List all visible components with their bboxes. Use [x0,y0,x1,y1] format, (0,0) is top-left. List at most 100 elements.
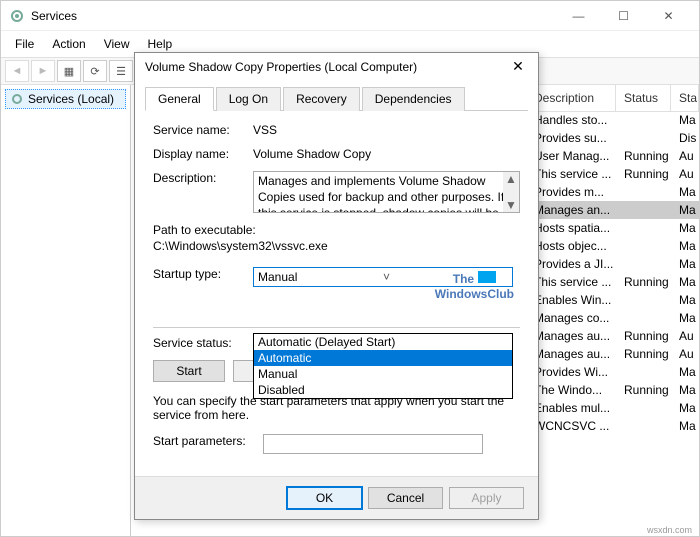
start-button[interactable]: Start [153,360,225,382]
toolbar-btn[interactable]: ▦ [57,60,81,82]
service-row[interactable]: Provides Wi...Ma [526,363,699,381]
back-icon: ◄ [5,60,29,82]
label-path: Path to executable: [153,223,520,237]
tab-dependencies[interactable]: Dependencies [362,87,465,111]
menu-view[interactable]: View [96,33,138,55]
service-row[interactable]: Manages an...Ma [526,201,699,219]
menu-action[interactable]: Action [44,33,93,55]
label-service-status: Service status: [153,336,253,350]
scroll-down-icon[interactable]: ▼ [505,198,517,212]
service-row[interactable]: This service ...RunningAu [526,165,699,183]
service-row[interactable]: Provides m... Ma [526,183,699,201]
col-startup[interactable]: Sta [671,85,699,111]
value-display-name: Volume Shadow Copy [253,147,520,161]
col-status[interactable]: Status [616,85,671,111]
cell-startup: Dis [671,131,699,145]
menu-file[interactable]: File [7,33,42,55]
cell-startup: Au [671,149,699,163]
cell-startup: Ma [671,419,699,433]
maximize-button[interactable]: ☐ [601,2,646,30]
service-row[interactable]: Manages au...RunningAu [526,327,699,345]
gear-icon [10,92,24,106]
close-button[interactable]: ✕ [646,2,691,30]
minimize-button[interactable]: — [556,2,601,30]
cell-status: Running [616,383,671,397]
cell-description: Manages an... [526,203,616,217]
tree-root-label: Services (Local) [28,92,114,106]
cell-description: Manages co... [526,311,616,325]
cell-description: WCNCSVC ... [526,419,616,433]
apply-button: Apply [449,487,524,509]
service-row[interactable]: Manages au...RunningAu [526,345,699,363]
value-path: C:\Windows\system32\vssvc.exe [153,239,520,253]
startup-type-dropdown[interactable]: Automatic (Delayed Start) Automatic Manu… [253,333,513,399]
value-service-name: VSS [253,123,520,137]
cell-startup: Ma [671,257,699,271]
cell-description: Hosts objec... [526,239,616,253]
service-row[interactable]: Enables mul...Ma [526,399,699,417]
cell-startup: Ma [671,365,699,379]
service-row[interactable]: Hosts objec... Ma [526,237,699,255]
cell-description: Handles sto... [526,113,616,127]
cell-status: Running [616,275,671,289]
footer-text: wsxdn.com [647,525,692,535]
label-startup-type: Startup type: [153,267,253,281]
cell-status: Running [616,347,671,361]
description-box[interactable]: Manages and implements Volume Shadow Cop… [253,171,520,213]
option-delayed[interactable]: Automatic (Delayed Start) [254,334,512,350]
dialog-close-icon[interactable]: ✕ [508,58,528,75]
cell-description: Provides a JI... [526,257,616,271]
cell-description: Provides m... [526,185,616,199]
service-row[interactable]: Hosts spatia...Ma [526,219,699,237]
tab-strip: General Log On Recovery Dependencies [145,86,528,111]
cell-description: This service ... [526,275,616,289]
cell-description: This service ... [526,167,616,181]
tab-logon[interactable]: Log On [216,87,281,111]
service-row[interactable]: Provides a JI... Ma [526,255,699,273]
cell-description: Enables Win... [526,293,616,307]
ok-button[interactable]: OK [287,487,362,509]
service-row[interactable]: The Windo...RunningMa [526,381,699,399]
cell-startup: Ma [671,401,699,415]
service-row[interactable]: This service ...RunningMa [526,273,699,291]
cell-status: Running [616,167,671,181]
service-row[interactable]: WCNCSVC ... Ma [526,417,699,435]
dialog-titlebar[interactable]: Volume Shadow Copy Properties (Local Com… [135,53,538,80]
toolbar-btn[interactable]: ☰ [109,60,133,82]
cell-startup: Au [671,167,699,181]
option-manual[interactable]: Manual [254,366,512,382]
service-row[interactable]: Manages co...Ma [526,309,699,327]
watermark: The WindowsClub [435,271,514,302]
label-start-params: Start parameters: [153,434,263,448]
refresh-icon[interactable]: ⟳ [83,60,107,82]
cell-startup: Ma [671,113,699,127]
startup-type-value: Manual [258,270,383,284]
properties-dialog: Volume Shadow Copy Properties (Local Com… [134,52,539,520]
forward-icon: ► [31,60,55,82]
service-row[interactable]: User Manag...RunningAu [526,147,699,165]
description-text: Manages and implements Volume Shadow Cop… [258,174,504,213]
tree-root[interactable]: Services (Local) [5,89,126,109]
windows-logo-icon [478,271,496,283]
scroll-up-icon[interactable]: ▲ [505,172,517,186]
service-row[interactable]: Handles sto... Ma [526,111,699,129]
cell-startup: Ma [671,185,699,199]
start-parameters-input[interactable] [263,434,483,454]
col-description[interactable]: Description [526,85,616,111]
service-row[interactable]: Enables Win...Ma [526,291,699,309]
services-icon [9,8,25,24]
option-automatic[interactable]: Automatic [254,350,512,366]
cell-status: Running [616,149,671,163]
service-row[interactable]: Provides su... Dis [526,129,699,147]
tab-recovery[interactable]: Recovery [283,87,360,111]
cancel-button[interactable]: Cancel [368,487,443,509]
cell-startup: Ma [671,221,699,235]
option-disabled[interactable]: Disabled [254,382,512,398]
cell-startup: Au [671,347,699,361]
cell-startup: Ma [671,239,699,253]
cell-startup: Ma [671,383,699,397]
tab-general[interactable]: General [145,87,214,111]
cell-startup: Ma [671,275,699,289]
cell-description: Provides su... [526,131,616,145]
titlebar[interactable]: Services — ☐ ✕ [1,1,699,31]
